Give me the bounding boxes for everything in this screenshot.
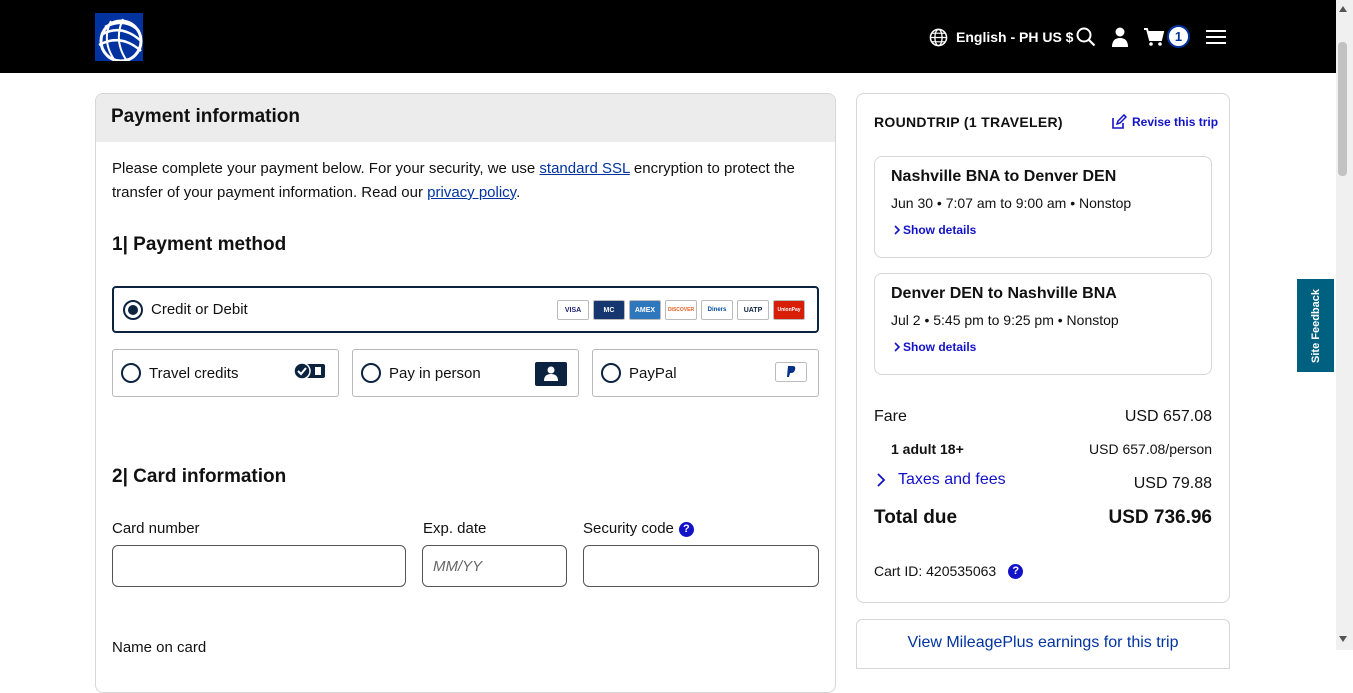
pay-in-person-radio[interactable] — [361, 363, 381, 383]
pay-in-person-label: Pay in person — [389, 364, 481, 382]
adult-label: 1 adult 18+ — [891, 441, 964, 457]
globe-icon — [929, 28, 948, 46]
card-number-input[interactable] — [112, 545, 406, 587]
cart-count-badge[interactable]: 1 — [1167, 25, 1190, 48]
credit-debit-radio[interactable] — [123, 299, 143, 320]
language-selector[interactable]: English - PH US $ — [929, 26, 1073, 48]
adult-value: USD 657.08/person — [1089, 441, 1212, 457]
site-feedback-label: Site Feedback — [1309, 288, 1322, 363]
scroll-up-arrow-icon[interactable] — [1339, 6, 1347, 12]
cart-id-help-icon[interactable]: ? — [1008, 563, 1024, 579]
revise-trip-link[interactable]: Revise this trip — [1111, 114, 1218, 130]
person-badge-icon — [535, 362, 567, 391]
paypal-logo-icon — [775, 362, 807, 387]
travel-credit-card-icon — [293, 362, 327, 385]
security-code-input[interactable] — [583, 545, 819, 587]
payment-method-heading: 1| Payment method — [112, 234, 287, 255]
taxes-and-fees-toggle[interactable]: Taxes and fees — [874, 471, 1006, 489]
paypal-option[interactable]: PayPal — [592, 349, 819, 397]
payment-information-panel: Payment information Please complete your… — [95, 93, 836, 693]
show-details-label: Show details — [903, 340, 977, 354]
card-number-label: Card number — [112, 520, 200, 537]
travel-credits-label: Travel credits — [149, 364, 239, 382]
taxes-value: USD 79.88 — [1133, 475, 1212, 492]
scroll-down-arrow-icon[interactable] — [1339, 636, 1347, 642]
paypal-radio[interactable] — [601, 363, 621, 383]
discover-card-icon: DISCOVER — [665, 300, 697, 320]
total-due-label: Total due — [874, 507, 958, 528]
pay-in-person-option[interactable]: Pay in person — [352, 349, 579, 397]
uatp-card-icon: UATP — [737, 300, 769, 320]
card-information-heading: 2| Card information — [112, 466, 287, 487]
site-feedback-tab[interactable]: Site Feedback — [1297, 279, 1334, 372]
name-on-card-label: Name on card — [112, 639, 207, 656]
flight-time: Jun 30 • 7:07 am to 9:00 am • Nonstop — [891, 195, 1132, 211]
trip-summary-panel: ROUNDTRIP (1 TRAVELER) Revise this trip … — [856, 93, 1230, 603]
fare-row: Fare USD 657.08 — [874, 408, 1212, 426]
total-due-value: USD 736.96 — [1108, 507, 1212, 528]
chevron-right-icon — [894, 225, 901, 235]
card-logos: VISA MC AMEX DISCOVER Diners UATP UnionP… — [557, 300, 805, 320]
return-flight-card: Denver DEN to Nashville BNA Jul 2 • 5:45… — [874, 273, 1212, 375]
paypal-label: PayPal — [629, 364, 677, 382]
credit-debit-label: Credit or Debit — [151, 301, 248, 318]
account-icon[interactable] — [1108, 25, 1132, 49]
payment-intro-text: Please complete your payment below. For … — [112, 157, 827, 205]
trip-summary-title: ROUNDTRIP (1 TRAVELER) — [874, 114, 1063, 130]
show-details-link[interactable]: Show details — [891, 340, 1195, 354]
top-nav-bar: English - PH US $ 1 — [0, 0, 1336, 73]
united-globe-logo-icon[interactable] — [95, 13, 143, 61]
outbound-flight-card: Nashville BNA to Denver DEN Jun 30 • 7:0… — [874, 156, 1212, 258]
scrollbar-thumb[interactable] — [1338, 42, 1347, 176]
credit-debit-option[interactable]: Credit or Debit VISA MC AMEX DISCOVER Di… — [112, 286, 819, 333]
flight-time: Jul 2 • 5:45 pm to 9:25 pm • Nonstop — [891, 312, 1119, 328]
total-due-row: Total due USD 736.96 — [874, 507, 1212, 529]
view-mileageplus-earnings-button[interactable]: View MileagePlus earnings for this trip — [856, 619, 1230, 669]
edit-icon — [1112, 114, 1127, 129]
menu-hamburger-icon[interactable] — [1204, 25, 1228, 49]
exp-date-input[interactable]: MM/YY — [422, 545, 567, 587]
taxes-label: Taxes and fees — [898, 471, 1006, 488]
fare-label: Fare — [874, 408, 907, 425]
taxes-row: Taxes and fees USD 79.88 — [874, 471, 1212, 493]
chevron-right-icon — [877, 473, 886, 487]
fare-value: USD 657.08 — [1124, 408, 1212, 425]
security-code-help-icon[interactable]: ? — [678, 521, 694, 537]
revise-trip-label: Revise this trip — [1132, 115, 1219, 129]
security-code-label: Security code? — [583, 520, 694, 537]
cart-id-text: Cart ID: 420535063 — [874, 563, 997, 579]
flight-route: Nashville BNA to Denver DEN — [891, 168, 1117, 185]
cart-id: Cart ID: 420535063 ? — [874, 563, 1024, 579]
security-code-text: Security code — [583, 520, 674, 537]
search-icon[interactable] — [1074, 25, 1098, 49]
chevron-right-icon — [894, 342, 901, 352]
diners-club-card-icon: Diners — [701, 300, 733, 320]
mastercard-icon: MC — [593, 300, 625, 320]
adult-fare-row: 1 adult 18+ USD 657.08/person — [874, 441, 1212, 457]
travel-credits-option[interactable]: Travel credits — [112, 349, 339, 397]
standard-ssl-link[interactable]: standard SSL — [539, 160, 629, 177]
visa-card-icon: VISA — [557, 300, 589, 320]
show-details-label: Show details — [903, 223, 977, 237]
intro-text-part: Please complete your payment below. For … — [112, 160, 540, 177]
amex-card-icon: AMEX — [629, 300, 661, 320]
cart-icon[interactable] — [1142, 25, 1166, 49]
unionpay-card-icon: UnionPay — [773, 300, 805, 320]
language-label: English - PH US $ — [956, 29, 1074, 45]
intro-text-part: . — [516, 184, 521, 201]
privacy-policy-link[interactable]: privacy policy — [427, 184, 516, 201]
show-details-link[interactable]: Show details — [891, 223, 1195, 237]
flight-route: Denver DEN to Nashville BNA — [891, 285, 1117, 302]
travel-credits-radio[interactable] — [121, 363, 141, 383]
payment-panel-title: Payment information — [96, 94, 835, 142]
exp-date-label: Exp. date — [423, 520, 487, 537]
